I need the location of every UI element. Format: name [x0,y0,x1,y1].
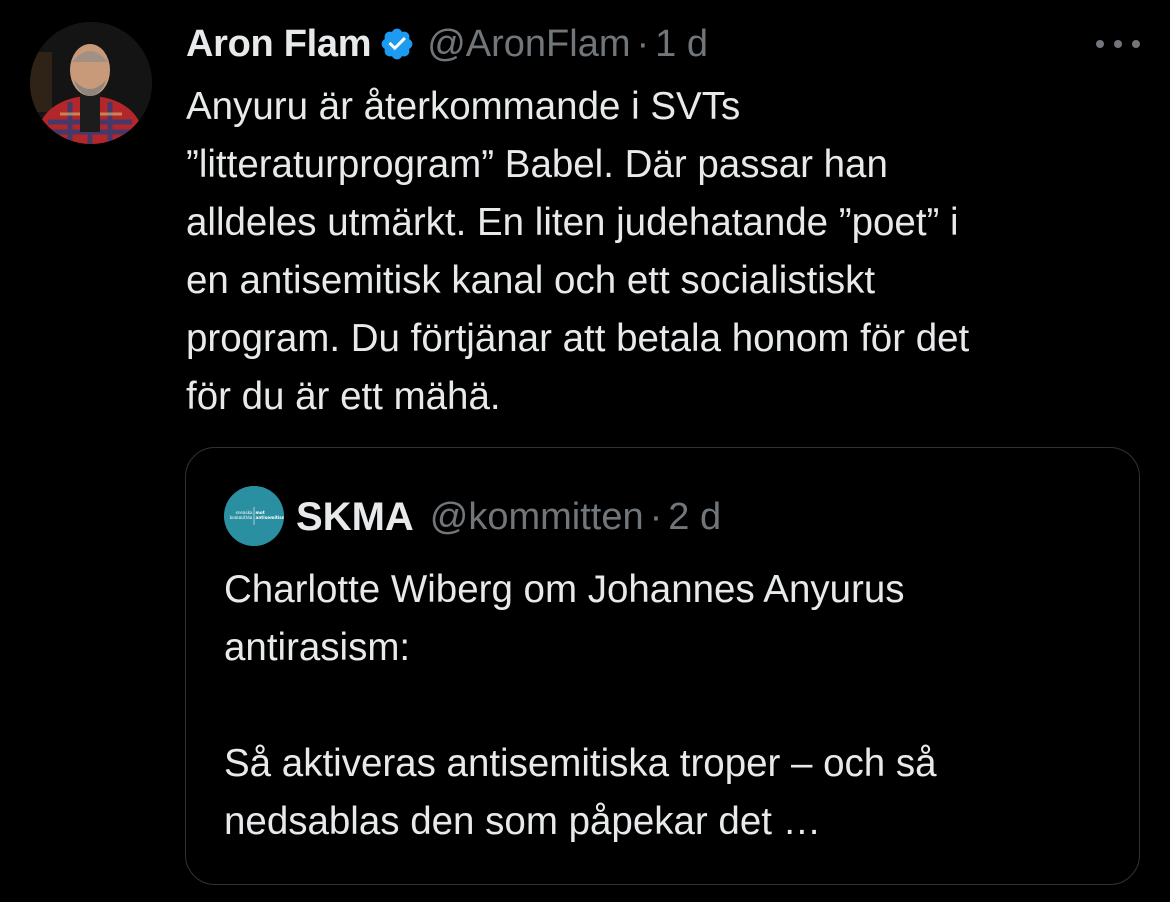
tweet[interactable]: Aron Flam @AronFlam · 1 d Anyuru är åter… [0,0,1170,902]
tweet-header: Aron Flam @AronFlam · 1 d [186,20,708,68]
quoted-author-display-name[interactable]: SKMA [296,495,414,540]
author-avatar[interactable] [30,22,152,144]
quoted-text-line: Så aktiveras antisemitiska troper – och … [224,742,937,785]
tweet-text-line: program. Du förtjänar att betala honom f… [186,317,970,360]
more-dot [1132,40,1140,48]
quoted-text-line [224,677,1104,735]
separator-dot: · [636,22,650,65]
tweet-timestamp[interactable]: 1 d [655,23,708,66]
skma-logo-icon: svenska kommittén mot antisemitism [224,486,284,546]
tweet-text-line: en antisemitisk kanal och ett socialisti… [186,259,876,302]
quoted-text-line: antirasism: [224,626,411,669]
separator-dot: · [649,495,663,538]
tweet-text-line: ”litteraturprogram” Babel. Där passar ha… [186,143,888,186]
quoted-text-line: Charlotte Wiberg om Johannes Anyurus [224,568,905,611]
more-dot [1096,40,1104,48]
tweet-text-line: för du är ett mähä. [186,375,501,418]
author-avatar-image [30,22,152,144]
quoted-tweet-text: Charlotte Wiberg om Johannes Anyurus ant… [224,561,1104,851]
tweet-text: Anyuru är återkommande i SVTs ”litteratu… [186,78,1146,426]
quoted-author-avatar[interactable]: svenska kommittén mot antisemitism [224,486,284,546]
quoted-tweet-timestamp[interactable]: 2 d [668,496,721,539]
quoted-tweet-card[interactable]: svenska kommittén mot antisemitism SKMA … [185,447,1140,885]
more-dot [1114,40,1122,48]
author-display-name[interactable]: Aron Flam [186,23,372,66]
tweet-text-line: Anyuru är återkommande i SVTs [186,85,741,128]
verified-badge-icon[interactable] [379,26,415,62]
logo-text: kommittén [230,515,253,520]
logo-text: antisemitism [256,515,285,520]
quoted-tweet-header: SKMA @kommitten · 2 d [296,491,721,543]
quoted-text-line: nedsablas den som påpekar det … [224,800,822,843]
tweet-text-line: alldeles utmärkt. En liten judehatande ”… [186,201,959,244]
quoted-author-handle[interactable]: @kommitten [430,496,644,539]
more-options-icon[interactable] [1096,30,1140,58]
author-handle[interactable]: @AronFlam [427,23,630,66]
